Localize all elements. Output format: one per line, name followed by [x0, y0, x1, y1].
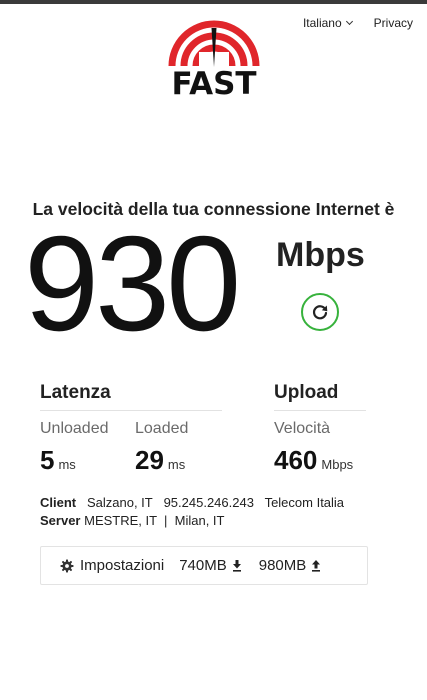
download-speed-value: 930	[24, 208, 241, 359]
download-amount-value: 740MB	[179, 557, 227, 574]
latency-title: Latenza	[40, 382, 111, 403]
download-amount: 740MB	[179, 557, 242, 574]
download-speed-unit: Mbps	[276, 236, 365, 274]
server-locations: MESTRE, IT | Milan, IT	[84, 513, 225, 528]
unloaded-latency-value: 5	[40, 445, 55, 475]
logo-text: FAST	[171, 66, 257, 102]
privacy-link[interactable]: Privacy	[374, 16, 413, 30]
client-isp: Telecom Italia	[264, 495, 345, 510]
upload-title: Upload	[274, 382, 339, 403]
upload-arrow-icon	[311, 559, 321, 572]
server-label: Server	[40, 513, 81, 528]
language-label: Italiano	[302, 16, 342, 30]
upload-amount-value: 980MB	[258, 557, 307, 574]
refresh-button[interactable]	[301, 293, 339, 331]
client-label: Client	[40, 495, 77, 510]
upload-divider	[274, 410, 366, 411]
upload-speed-label: Velocità	[274, 420, 331, 437]
settings-label: Impostazioni	[80, 557, 165, 574]
upload-speed-unit: Mbps	[321, 457, 354, 472]
refresh-icon	[312, 305, 328, 320]
loaded-latency-unit: ms	[167, 457, 186, 472]
chevron-down-icon	[345, 17, 353, 26]
latency-divider	[40, 410, 222, 411]
unloaded-latency-unit: ms	[58, 457, 76, 472]
loaded-latency: 29 ms	[135, 445, 185, 476]
speedometer-logo-icon	[168, 20, 260, 70]
settings-button[interactable]: Impostazioni 740MB 980MB	[40, 546, 368, 585]
loaded-label: Loaded	[135, 420, 189, 437]
client-info: Client Salzano, IT 95.245.246.243 Teleco…	[40, 495, 344, 510]
gear-icon	[60, 559, 74, 573]
language-selector[interactable]: Italiano	[302, 16, 353, 30]
download-arrow-icon	[232, 559, 242, 572]
client-ip: 95.245.246.243	[163, 495, 254, 510]
unloaded-latency: 5 ms	[40, 445, 76, 476]
top-bar	[0, 0, 427, 4]
unloaded-label: Unloaded	[40, 420, 109, 437]
fast-logo[interactable]: FAST	[168, 18, 260, 102]
header-links: Italiano Privacy	[303, 16, 413, 30]
upload-speed: 460 Mbps	[274, 445, 353, 476]
server-info: Server MESTRE, IT | Milan, IT	[40, 513, 225, 528]
upload-speed-value: 460	[274, 445, 318, 475]
loaded-latency-value: 29	[135, 445, 164, 475]
upload-amount: 980MB	[259, 557, 322, 574]
client-location: Salzano, IT	[86, 495, 153, 510]
